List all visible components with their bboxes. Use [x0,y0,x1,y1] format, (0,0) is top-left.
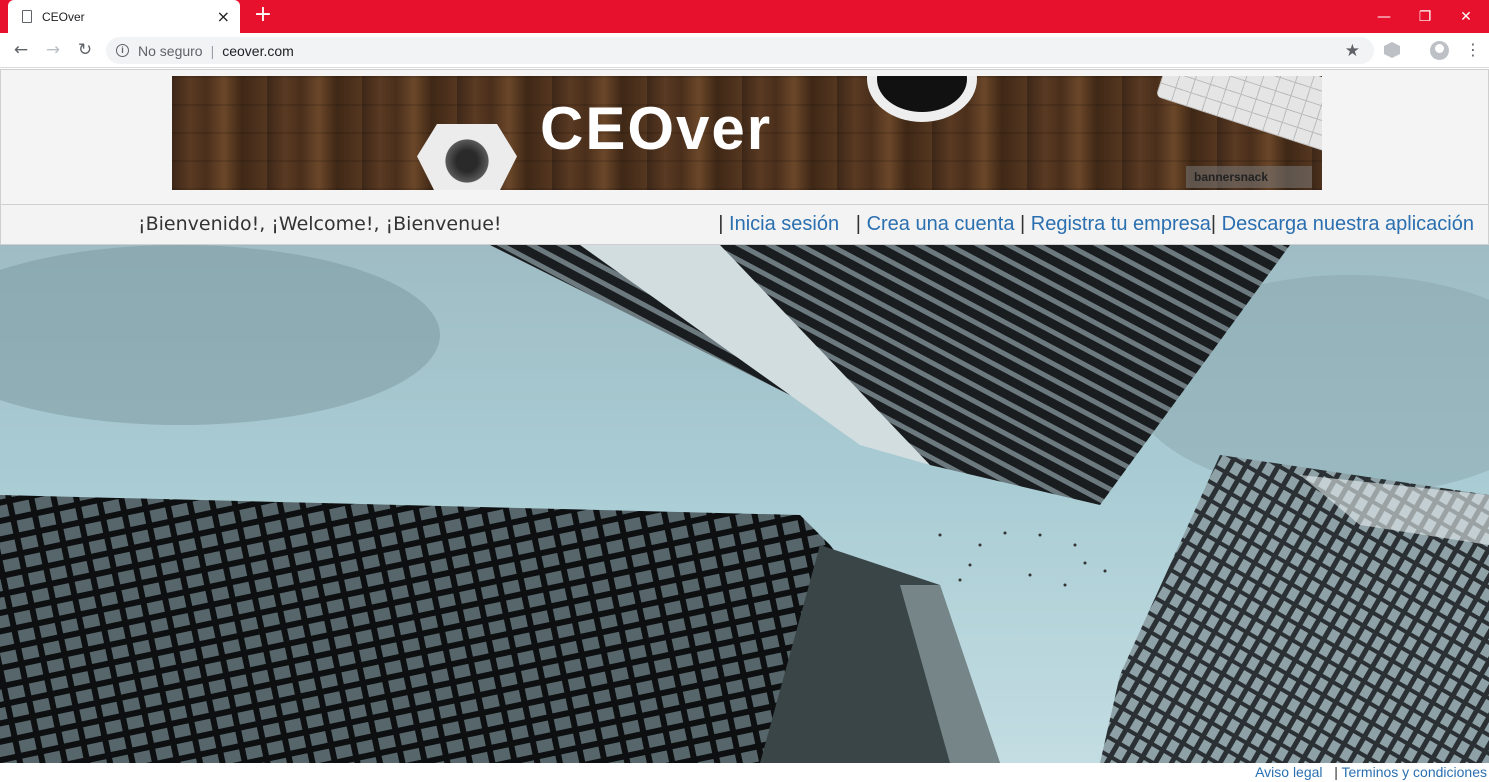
register-company-link[interactable]: Registra tu empresa [1031,213,1211,235]
keyboard-graphic [1155,76,1322,153]
welcome-nav-bar: ¡Bienvenido!, ¡Welcome!, ¡Bienvenue! | I… [0,205,1489,245]
bookmark-star-icon[interactable]: ★ [1345,37,1360,64]
nav-separator: | [855,213,861,235]
coffee-cup-graphic [867,76,977,122]
extension-icon[interactable] [1384,42,1400,58]
signup-link[interactable]: Crea una cuenta [867,213,1015,235]
browser-tab[interactable]: CEOver × [8,0,240,33]
close-window-button[interactable]: ✕ [1443,0,1489,33]
welcome-text: ¡Bienvenido!, ¡Welcome!, ¡Bienvenue! [138,213,502,235]
nav-links: | Inicia sesión | Crea una cuenta | Regi… [718,213,1474,236]
bannersnack-watermark: bannersnack [1186,166,1312,188]
url-separator: | [210,42,215,59]
reload-icon[interactable]: ↻ [73,38,97,62]
legal-notice-link[interactable]: Aviso legal [1255,764,1322,780]
nav-separator: | [718,213,724,235]
info-icon[interactable]: i [116,44,129,57]
restore-button[interactable]: ❐ [1402,0,1448,33]
close-tab-icon[interactable]: × [217,8,230,25]
back-arrow-icon[interactable]: ← [9,38,33,62]
login-link[interactable]: Inicia sesión [729,213,839,235]
profile-avatar-icon[interactable] [1430,41,1449,60]
terms-link[interactable]: Terminos y condiciones [1341,764,1487,780]
banner-area: CEOver bannersnack [0,69,1489,205]
ceover-logo: CEOver [540,95,773,162]
page-content: CEOver bannersnack ¡Bienvenido!, ¡Welcom… [0,69,1489,782]
address-bar[interactable]: i No seguro | ceover.com ★ [106,37,1374,64]
browser-menu-icon[interactable]: ⋮ [1465,38,1481,62]
banner-image[interactable]: CEOver bannersnack [172,76,1322,190]
minimize-button[interactable]: — [1361,0,1407,33]
tab-title: CEOver [42,9,85,24]
skyscraper-illustration [0,245,1489,763]
browser-toolbar: ← → ↻ i No seguro | ceover.com ★ ⋮ [0,33,1489,68]
browser-titlebar: CEOver × + — ❐ ✕ [0,0,1489,33]
url-text[interactable]: ceover.com [222,43,294,59]
plant-graphic [417,124,517,190]
footer: Aviso legal | Terminos y condiciones [0,763,1489,782]
footer-separator: | [1334,764,1338,780]
nav-separator: | [1210,213,1217,235]
forward-arrow-icon[interactable]: → [41,38,65,62]
nav-separator: | [1020,213,1026,235]
download-app-link[interactable]: Descarga nuestra aplicación [1222,213,1474,235]
hero-skyscraper-image [0,245,1489,763]
document-icon [22,10,32,23]
not-secure-label[interactable]: No seguro [138,43,203,59]
new-tab-button[interactable]: + [252,4,274,28]
